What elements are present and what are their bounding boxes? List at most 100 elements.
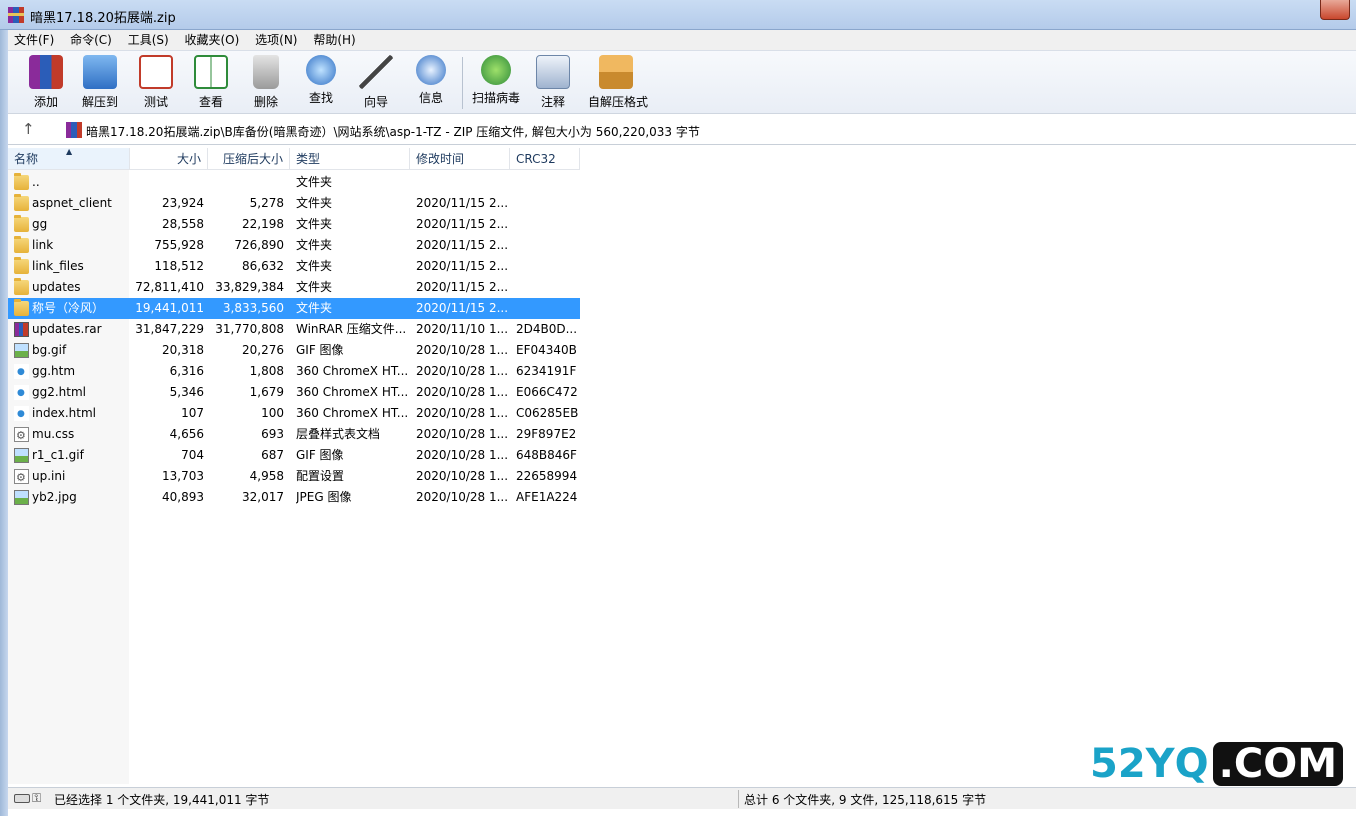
file-type: 层叠样式表文档 <box>296 427 381 441</box>
column-header-name[interactable]: 名称 ▲ <box>8 147 130 170</box>
file-name: updates.rar <box>32 322 102 336</box>
file-type: 360 ChromeX HT... <box>296 406 409 420</box>
file-modified: 2020/10/28 1... <box>416 364 509 378</box>
file-size: 13,703 <box>162 469 204 483</box>
view-button[interactable]: 查看 <box>183 55 239 110</box>
file-type: GIF 图像 <box>296 343 344 357</box>
file-crc32: 22658994 <box>516 469 578 483</box>
add-button[interactable]: 添加 <box>18 55 74 110</box>
wizard-button[interactable]: 向导 <box>348 55 404 110</box>
file-modified: 2020/10/28 1... <box>416 385 509 399</box>
comment-icon <box>536 55 570 89</box>
file-type: 360 ChromeX HT... <box>296 364 409 378</box>
add-archive-icon <box>29 55 63 89</box>
file-row[interactable]: updates 72,811,410 33,829,384 文件夹 2020/11/15… <box>8 277 580 298</box>
file-modified: 2020/10/28 1... <box>416 343 509 357</box>
menu-help[interactable]: 帮助(H) <box>307 30 361 50</box>
menu-bar: 文件(F) 命令(C) 工具(S) 收藏夹(O) 选项(N) 帮助(H) <box>8 30 1356 50</box>
folder-icon <box>14 278 29 295</box>
drive-icon[interactable] <box>14 794 30 803</box>
menu-command[interactable]: 命令(C) <box>64 30 118 50</box>
file-size: 31,847,229 <box>135 322 204 336</box>
extract-to-button[interactable]: 解压到 <box>72 55 128 110</box>
winrar-small-icon <box>66 122 82 138</box>
web-page-icon <box>14 383 29 404</box>
file-type: 360 ChromeX HT... <box>296 385 409 399</box>
file-row[interactable]: gg 28,558 22,198 文件夹 2020/11/15 2... <box>8 214 580 235</box>
file-list: 名称 ▲ 大小 压缩后大小 类型 修改时间 CRC32 .. 文件夹 aspnet_… <box>8 147 1356 784</box>
file-row[interactable]: link_files 118,512 86,632 文件夹 2020/11/15 2..… <box>8 256 580 277</box>
file-type: 文件夹 <box>296 259 333 273</box>
file-row[interactable]: bg.gif 20,318 20,276 GIF 图像 2020/10/28 1... E… <box>8 340 580 361</box>
file-row[interactable]: yb2.jpg 40,893 32,017 JPEG 图像 2020/10/28 1..… <box>8 487 580 508</box>
site-watermark: 52YQ .COM <box>1090 742 1343 786</box>
file-name: yb2.jpg <box>32 490 77 504</box>
file-row[interactable]: r1_c1.gif 704 687 GIF 图像 2020/10/28 1... 648B… <box>8 445 580 466</box>
address-bar: ↑ 暗黑17.18.20拓展端.zip\B库备份(暗黑奇迹）\网站系统\asp-… <box>8 115 1356 145</box>
file-row[interactable]: updates.rar 31,847,229 31,770,808 WinRAR 压缩… <box>8 319 580 340</box>
key-icon[interactable]: ⚿ <box>32 791 41 806</box>
file-row[interactable]: 称号（冷风） 19,441,011 3,833,560 文件夹 2020/11/15 2… <box>8 298 580 319</box>
file-row[interactable]: link 755,928 726,890 文件夹 2020/11/15 2... <box>8 235 580 256</box>
file-crc32: 2D4B0D... <box>516 322 578 336</box>
file-row[interactable]: .. 文件夹 <box>8 172 580 193</box>
file-name: 称号（冷风） <box>32 301 105 315</box>
status-divider <box>738 790 739 808</box>
delete-button[interactable]: 删除 <box>238 55 294 110</box>
file-packed-size: 86,632 <box>242 259 284 273</box>
file-row[interactable]: gg2.html 5,346 1,679 360 ChromeX HT... 2020/… <box>8 382 580 404</box>
menu-options[interactable]: 选项(N) <box>249 30 303 50</box>
scan-virus-button[interactable]: 扫描病毒 <box>468 55 524 106</box>
image-file-icon <box>14 448 29 463</box>
file-row[interactable]: aspnet_client 23,924 5,278 文件夹 2020/11/15 2.… <box>8 193 580 214</box>
file-size: 23,924 <box>162 196 204 210</box>
column-header-packed[interactable]: 压缩后大小 <box>208 148 290 170</box>
info-button[interactable]: 信息 <box>403 55 459 106</box>
comment-button[interactable]: 注释 <box>525 55 581 110</box>
file-name: bg.gif <box>32 343 67 357</box>
file-size: 4,656 <box>169 427 204 441</box>
column-header-size[interactable]: 大小 <box>130 148 208 170</box>
column-header-type[interactable]: 类型 <box>290 148 410 170</box>
up-arrow-icon[interactable]: ↑ <box>22 120 35 138</box>
status-bar: ⚿ 已经选择 1 个文件夹, 19,441,011 字节 总计 6 个文件夹, … <box>8 787 1356 809</box>
menu-tools[interactable]: 工具(S) <box>122 30 175 50</box>
close-window-button[interactable] <box>1320 0 1350 20</box>
file-size: 5,346 <box>169 385 204 399</box>
file-size: 107 <box>181 406 204 420</box>
menu-file[interactable]: 文件(F) <box>8 30 60 50</box>
menu-favorites[interactable]: 收藏夹(O) <box>179 30 246 50</box>
window-title: 暗黑17.18.20拓展端.zip <box>30 11 176 26</box>
file-row[interactable]: index.html 107 100 360 ChromeX HT... 2020/10… <box>8 403 580 425</box>
file-name: link <box>32 238 54 252</box>
trash-icon <box>253 55 279 89</box>
folder-icon <box>14 299 29 316</box>
file-size: 72,811,410 <box>135 280 204 294</box>
file-type: JPEG 图像 <box>296 490 352 504</box>
file-modified: 2020/11/15 2... <box>416 259 509 273</box>
file-crc32: AFE1A224 <box>516 490 578 504</box>
sort-ascending-icon: ▲ <box>66 147 73 156</box>
column-header-crc32[interactable]: CRC32 <box>510 148 580 170</box>
file-size: 704 <box>181 448 204 462</box>
window-left-border <box>0 30 8 816</box>
magic-wand-icon <box>359 55 393 89</box>
find-button[interactable]: 查找 <box>293 55 349 106</box>
file-packed-size: 693 <box>261 427 284 441</box>
folder-icon <box>14 173 29 190</box>
view-book-icon <box>194 55 228 89</box>
file-row[interactable]: mu.css 4,656 693 层叠样式表文档 2020/10/28 1... 29F8… <box>8 424 580 446</box>
column-header-modified[interactable]: 修改时间 <box>410 148 510 170</box>
test-button[interactable]: 测试 <box>128 55 184 110</box>
winrar-icon <box>8 7 24 23</box>
file-type: 文件夹 <box>296 196 333 210</box>
file-row[interactable]: up.ini 13,703 4,958 配置设置 2020/10/28 1... 2265… <box>8 466 580 488</box>
file-row[interactable]: gg.htm 6,316 1,808 360 ChromeX HT... 2020/10… <box>8 361 580 383</box>
file-packed-size: 3,833,560 <box>222 301 284 315</box>
file-size: 19,441,011 <box>135 301 204 315</box>
file-type: 配置设置 <box>296 469 345 483</box>
image-file-icon <box>14 490 29 505</box>
rar-archive-icon <box>14 322 29 337</box>
magnifier-icon <box>306 55 336 85</box>
sfx-button[interactable]: 自解压格式 <box>588 55 648 110</box>
